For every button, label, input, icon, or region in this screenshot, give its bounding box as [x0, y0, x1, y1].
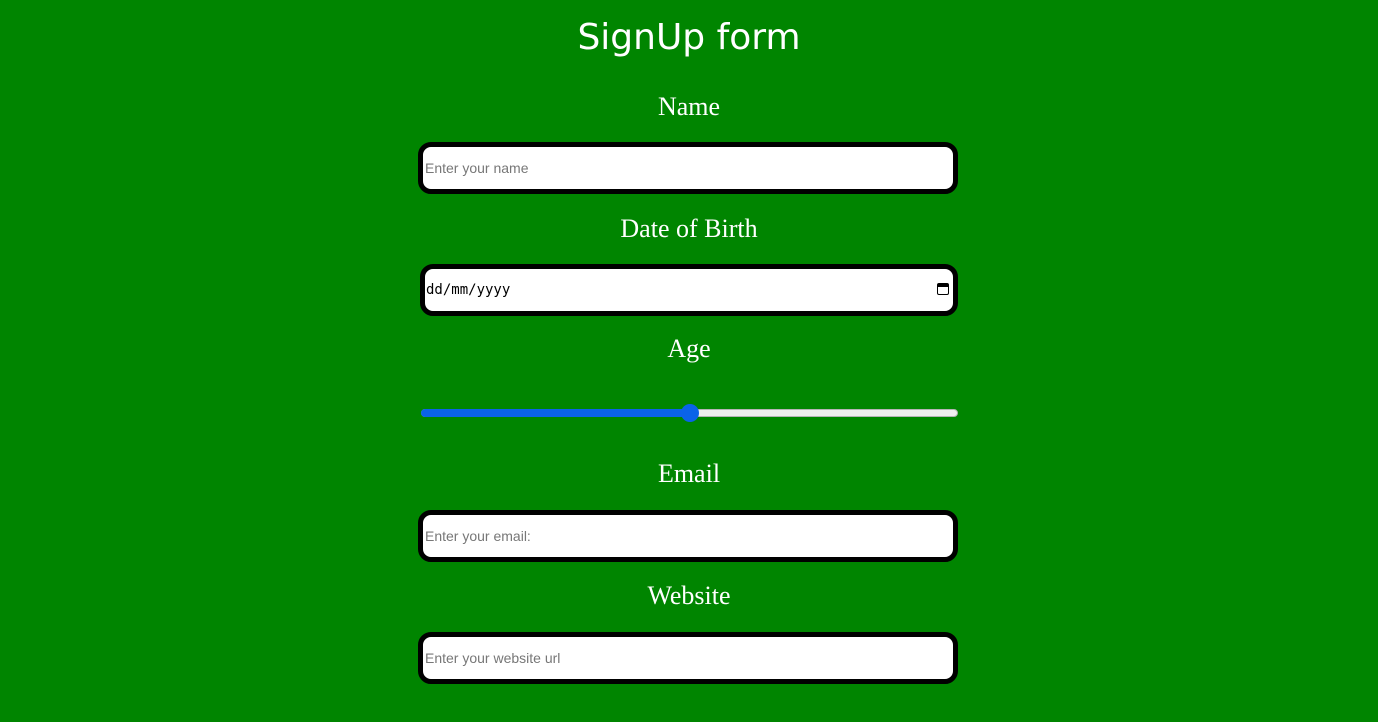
- email-input-placeholder: Enter your email:: [425, 528, 531, 544]
- age-slider-fill: [421, 409, 690, 417]
- website-input[interactable]: Enter your website url: [418, 632, 958, 684]
- website-label: Website: [647, 581, 731, 610]
- page-title: SignUp form: [577, 17, 801, 58]
- website-input-placeholder: Enter your website url: [425, 650, 561, 666]
- dob-label: Date of Birth: [620, 214, 758, 243]
- age-slider-thumb[interactable]: [681, 404, 699, 422]
- name-label: Name: [657, 92, 721, 121]
- email-input[interactable]: Enter your email:: [418, 510, 958, 562]
- dob-input-placeholder: dd/mm/yyyy: [426, 282, 511, 298]
- dob-input[interactable]: dd/mm/yyyy: [420, 264, 958, 316]
- signup-page: SignUp form Name Enter your name Date of…: [0, 0, 1378, 722]
- calendar-icon[interactable]: [937, 283, 949, 295]
- name-input-placeholder: Enter your name: [425, 160, 529, 176]
- age-slider[interactable]: [421, 404, 958, 422]
- name-input[interactable]: Enter your name: [418, 142, 958, 194]
- email-label: Email: [657, 459, 721, 488]
- age-label: Age: [667, 334, 711, 363]
